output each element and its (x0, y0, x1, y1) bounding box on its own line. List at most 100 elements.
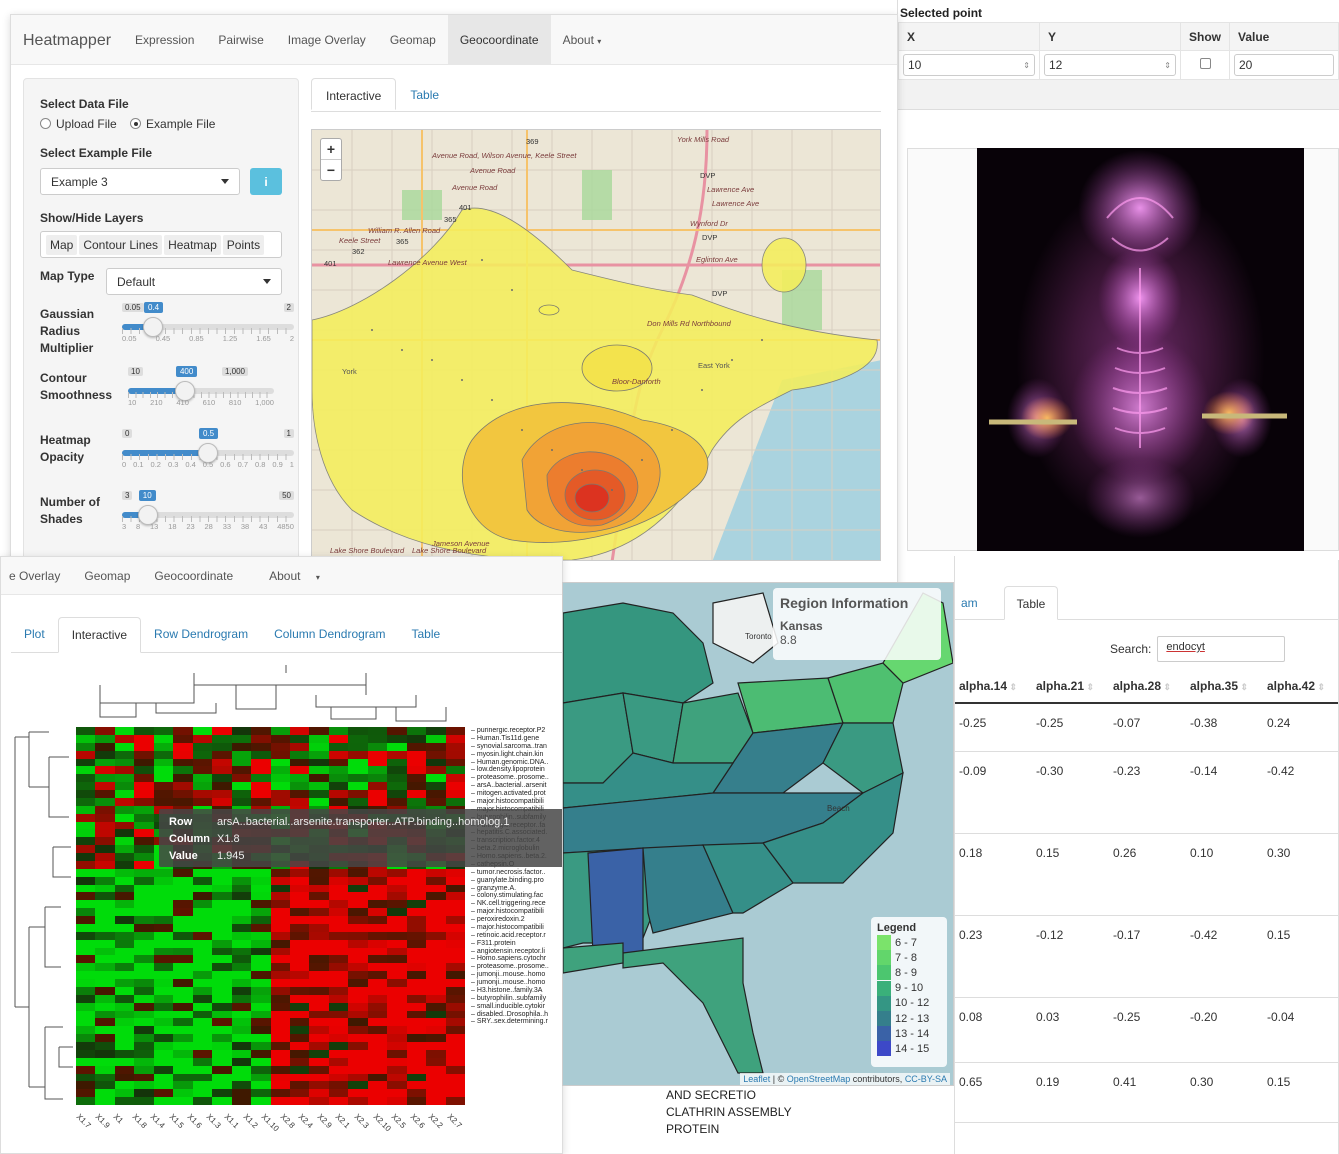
heatmap-cell[interactable] (289, 742, 310, 751)
heatmap-cell[interactable] (406, 1002, 427, 1011)
heatmap-cell[interactable] (445, 1057, 465, 1066)
heatmap-cell[interactable] (289, 727, 310, 735)
heatmap-cell[interactable] (426, 758, 446, 767)
heatmap-cell[interactable] (328, 971, 349, 979)
search-input[interactable]: endocyt (1157, 636, 1286, 662)
column-header[interactable]: alpha.14 ⇕ (955, 679, 1032, 693)
heatmap-cell[interactable] (76, 876, 96, 885)
heatmap-cell[interactable] (406, 1010, 427, 1019)
tab-partial[interactable]: am (955, 586, 984, 619)
heatmap-cell[interactable] (95, 994, 115, 1003)
heatmap-cell[interactable] (192, 876, 213, 885)
heatmap-cell[interactable] (192, 931, 213, 940)
heatmap-cell[interactable] (348, 868, 368, 877)
heatmap-cell[interactable] (445, 994, 465, 1003)
heatmap-cell[interactable] (173, 797, 193, 806)
heatmap-cell[interactable] (367, 734, 388, 743)
heatmap-cell[interactable] (134, 1065, 154, 1074)
heatmap-cell[interactable] (426, 1057, 446, 1066)
heatmap-cell[interactable] (426, 734, 446, 743)
heatmap-cell[interactable] (328, 790, 349, 798)
heatmap-cell[interactable] (212, 1049, 232, 1058)
heatmap-cell[interactable] (270, 1057, 290, 1066)
heatmap-cell[interactable] (348, 1081, 368, 1090)
heatmap-cell[interactable] (270, 782, 290, 790)
heatmap-cell[interactable] (173, 734, 193, 743)
heatmap-cell[interactable] (270, 1034, 290, 1042)
heatmap-cell[interactable] (309, 727, 329, 735)
heatmap-cell[interactable] (367, 892, 388, 901)
heatmap-cell[interactable] (445, 1097, 465, 1105)
heatmap-cell[interactable] (328, 1002, 349, 1011)
heatmap-cell[interactable] (348, 1049, 368, 1058)
heatmap-cell[interactable] (134, 884, 154, 893)
heatmap-cell[interactable] (95, 1049, 115, 1058)
heatmap-cell[interactable] (134, 939, 154, 948)
heatmap-cell[interactable] (231, 727, 252, 735)
heatmap-cell[interactable] (192, 742, 213, 751)
table-row[interactable]: -0.25 -0.25 -0.07 -0.38 0.24 (955, 704, 1339, 752)
heatmap-cell[interactable] (76, 1002, 96, 1011)
heatmap-cell[interactable] (95, 734, 115, 743)
heatmap-cell[interactable] (134, 782, 154, 790)
heatmap-cell[interactable] (270, 971, 290, 979)
heatmap-cell[interactable] (367, 1065, 388, 1074)
heatmap-cell[interactable] (153, 1002, 174, 1011)
heatmap-cell[interactable] (153, 939, 174, 948)
heatmap-cell[interactable] (445, 727, 465, 735)
heatmap-cell[interactable] (114, 979, 135, 987)
heatmap-cell[interactable] (426, 1089, 446, 1098)
heatmap-cell[interactable] (270, 1002, 290, 1011)
heatmap-cell[interactable] (212, 766, 232, 775)
heatmap-cell[interactable] (114, 1042, 135, 1050)
heatmap-cell[interactable] (192, 908, 213, 916)
heatmap-cell[interactable] (309, 963, 329, 972)
heatmap-cell[interactable] (309, 994, 329, 1003)
heatmap-cell[interactable] (173, 782, 193, 790)
heatmap-cell[interactable] (328, 1065, 349, 1074)
heatmap-cell[interactable] (114, 955, 135, 964)
heatmap-cell[interactable] (406, 868, 427, 877)
heatmap-cell[interactable] (134, 774, 154, 783)
heatmap-cell[interactable] (95, 892, 115, 901)
heatmap-cell[interactable] (173, 1089, 193, 1098)
heatmap-cell[interactable] (192, 1042, 213, 1050)
heatmap-cell[interactable] (328, 1081, 349, 1090)
heatmap-cell[interactable] (289, 1089, 310, 1098)
heatmap-cell[interactable] (95, 1010, 115, 1019)
heatmap-cell[interactable] (134, 1002, 154, 1011)
heatmap-cell[interactable] (153, 1026, 174, 1035)
heatmap-cell[interactable] (309, 1010, 329, 1019)
heatmap-cell[interactable] (406, 1026, 427, 1035)
tab-row-dendrogram[interactable]: Row Dendrogram (141, 617, 261, 652)
heatmap-cell[interactable] (231, 916, 252, 924)
heatmap-cell[interactable] (114, 1002, 135, 1011)
heatmap-cell[interactable] (231, 734, 252, 743)
heatmap-cell[interactable] (212, 797, 232, 806)
heatmap-cell[interactable] (270, 916, 290, 924)
heatmap-cell[interactable] (76, 1065, 96, 1074)
heatmap-cell[interactable] (76, 758, 96, 767)
heatmap-cell[interactable] (289, 1081, 310, 1090)
heatmap-cell[interactable] (445, 1049, 465, 1058)
heatmap-cell[interactable] (426, 1081, 446, 1090)
heatmap-cell[interactable] (76, 845, 96, 853)
heatmap-cell[interactable] (309, 986, 329, 995)
heatmap-cell[interactable] (153, 1065, 174, 1074)
heatmap-cell[interactable] (134, 923, 154, 932)
tab-interactive[interactable]: Interactive (311, 78, 397, 110)
column-header[interactable]: alpha.35 ⇕ (1186, 679, 1263, 693)
spinner-icon[interactable]: ⇕ (1164, 61, 1171, 70)
heatmap-cell[interactable] (406, 727, 427, 735)
heatmap-cell[interactable] (173, 1002, 193, 1011)
heatmap-cell[interactable] (231, 1026, 252, 1035)
heatmap-cell[interactable] (387, 774, 407, 783)
heatmap-cell[interactable] (445, 947, 465, 956)
heatmap-cell[interactable] (192, 1018, 213, 1027)
heatmap-cell[interactable] (406, 994, 427, 1003)
heatmap-cell[interactable] (445, 758, 465, 767)
heatmap-cell[interactable] (367, 986, 388, 995)
heatmap-cell[interactable] (231, 1042, 252, 1050)
heatmap-cell[interactable] (95, 1026, 115, 1035)
heatmap-cell[interactable] (328, 742, 349, 751)
